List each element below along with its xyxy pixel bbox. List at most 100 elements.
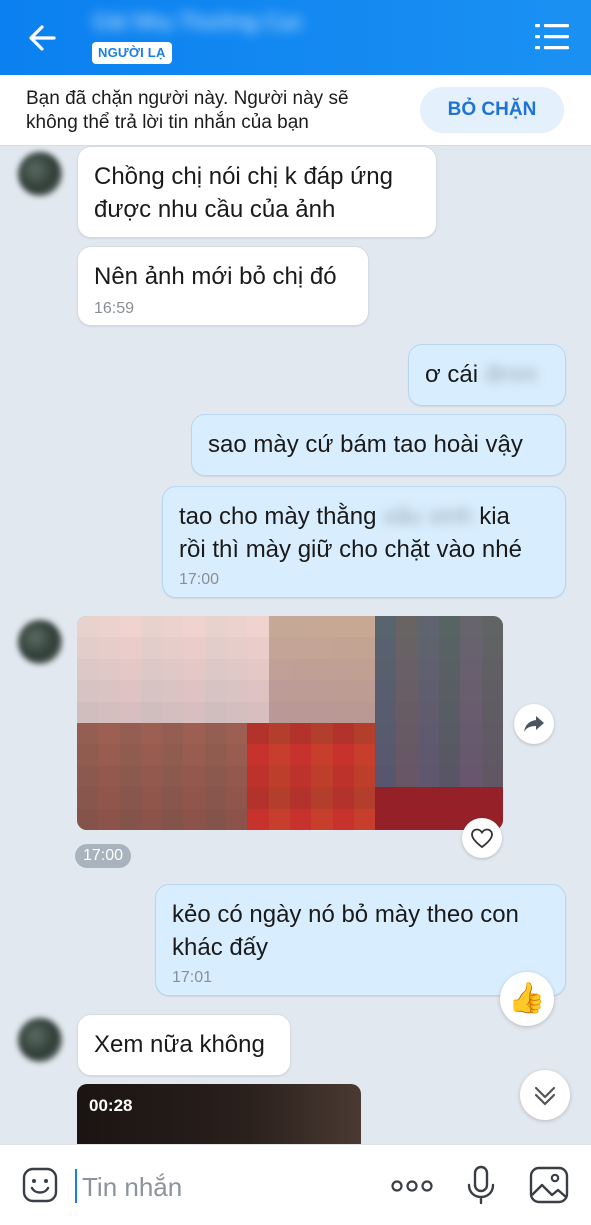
photo-pixel (289, 787, 312, 809)
outgoing-message[interactable]: ơ cái đmm (408, 344, 566, 406)
photo-pixel (204, 787, 227, 809)
photo-pixel (460, 637, 482, 659)
photo-pixel (396, 616, 418, 638)
message-text: kẻo có ngày nó bỏ mày theo con (172, 901, 519, 928)
chat-area[interactable]: Chồng chị nói chị k đáp ứng được nhu cầu… (0, 146, 591, 1144)
heart-icon[interactable] (462, 818, 502, 858)
photo-pixel (396, 765, 418, 788)
outgoing-message[interactable]: tao cho mày thằng xấu xinh kia rồi thì m… (162, 486, 566, 598)
outgoing-message[interactable]: sao mày cứ bám tao hoài vậy (191, 414, 566, 476)
avatar[interactable] (18, 152, 62, 196)
thumbs-up-reaction-icon[interactable]: 👍 (500, 972, 554, 1026)
blocked-notice: Bạn đã chặn người này. Người này sẽ khôn… (26, 87, 406, 135)
censored-word: đmm (484, 361, 539, 388)
photo-pixel (375, 808, 397, 830)
photo-pixel (481, 637, 503, 659)
chat-header: Gái Nhụ Thường Cục NGƯỜI LẠ (0, 0, 591, 75)
photo-pixel (289, 701, 312, 723)
message-text-part: tao cho mày thằng (179, 503, 377, 530)
message-input[interactable] (80, 1167, 374, 1207)
photo-pixel (417, 616, 440, 638)
photo-pixel (481, 680, 503, 702)
unblock-button[interactable]: BỎ CHẶN (420, 87, 564, 133)
microphone-icon[interactable] (464, 1165, 498, 1205)
photo-pixel (332, 616, 354, 638)
photo-pixel (247, 637, 269, 659)
outgoing-message[interactable]: kẻo có ngày nó bỏ mày theo con khác đấy … (155, 884, 566, 996)
image-icon[interactable] (528, 1165, 570, 1205)
photo-pixel (439, 787, 461, 809)
photo-pixel (353, 808, 376, 830)
photo-pixel (183, 680, 205, 702)
incoming-message[interactable]: Chồng chị nói chị k đáp ứng được nhu cầu… (77, 146, 437, 238)
share-forward-icon[interactable] (514, 704, 554, 744)
message-text-part: kia (479, 503, 510, 530)
photo-pixel (119, 701, 141, 723)
message-text: được nhu cầu của ảnh (94, 196, 336, 223)
video-message[interactable]: 00:28 (77, 1084, 361, 1144)
photo-pixel (417, 722, 440, 745)
photo-pixel (375, 637, 397, 659)
photo-pixel (98, 744, 120, 766)
photo-pixel (77, 787, 99, 809)
photo-pixel (183, 787, 205, 809)
photo-pixel (289, 680, 312, 702)
message-text: Nên ảnh mới bỏ chị đó (94, 263, 337, 290)
photo-pixel (417, 680, 440, 702)
photo-pixel (77, 722, 99, 745)
list-menu-icon[interactable] (533, 18, 571, 56)
contact-name[interactable]: Gái Nhụ Thường Cục (92, 8, 342, 36)
photo-pixel (439, 722, 461, 745)
photo-pixel (396, 680, 418, 702)
photo-pixel (183, 637, 205, 659)
photo-pixel (289, 744, 312, 766)
photo-pixel (226, 787, 248, 809)
incoming-message[interactable]: Xem nữa không (77, 1014, 291, 1076)
photo-pixel (162, 616, 184, 638)
photo-pixel (460, 765, 482, 788)
photo-pixel (226, 808, 248, 830)
avatar[interactable] (18, 620, 62, 664)
photo-pixel (481, 722, 503, 745)
photo-pixel (481, 616, 503, 638)
photo-pixel (332, 680, 354, 702)
photo-pixel (162, 637, 184, 659)
photo-pixel (247, 765, 269, 788)
message-text: khác đấy (172, 934, 269, 961)
photo-pixel (353, 658, 376, 681)
emoji-icon[interactable] (22, 1167, 58, 1203)
message-time: 17:01 (172, 969, 213, 986)
photo-pixel (375, 658, 397, 681)
photo-pixel (375, 722, 397, 745)
message-text: tao cho mày thằng xấu xinh kia (179, 500, 510, 533)
message-text: ơ cái đmm (425, 358, 538, 391)
photo-pixel (332, 637, 354, 659)
pixelated-photo[interactable] (77, 616, 503, 830)
photo-pixel (396, 787, 418, 809)
photo-pixel (162, 680, 184, 702)
photo-pixel (396, 744, 418, 766)
photo-pixel (77, 658, 99, 681)
photo-pixel (119, 808, 141, 830)
photo-pixel (332, 744, 354, 766)
photo-pixel (77, 808, 99, 830)
censored-word: xấu xinh (383, 503, 473, 530)
photo-pixel (140, 787, 163, 809)
more-dots-icon[interactable] (388, 1171, 436, 1201)
photo-pixel (247, 616, 269, 638)
photo-pixel (439, 744, 461, 766)
photo-pixel (481, 787, 503, 809)
photo-pixel (268, 744, 290, 766)
double-chevron-down-icon[interactable] (520, 1070, 570, 1120)
photo-pixel (162, 722, 184, 745)
photo-pixel (140, 765, 163, 788)
incoming-message[interactable]: Nên ảnh mới bỏ chị đó 16:59 (77, 246, 369, 326)
photo-pixel (140, 680, 163, 702)
photo-pixel (183, 744, 205, 766)
photo-pixel (140, 808, 163, 830)
photo-pixel (396, 722, 418, 745)
avatar[interactable] (18, 1018, 62, 1062)
photo-pixel (396, 701, 418, 723)
arrow-left-icon[interactable] (20, 16, 64, 60)
photo-pixel (439, 701, 461, 723)
